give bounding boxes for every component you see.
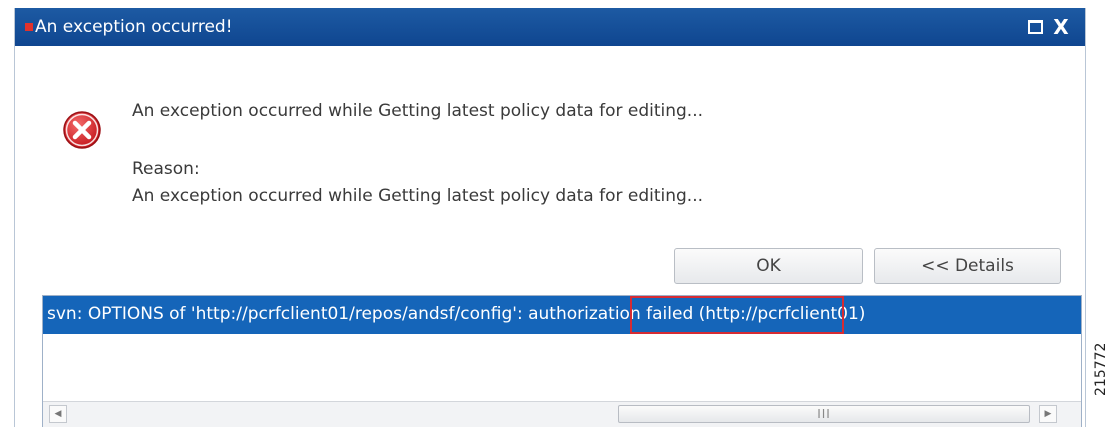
figure-id: 215772 xyxy=(1093,342,1109,396)
exception-message: An exception occurred while Getting late… xyxy=(132,101,704,121)
details-toggle-button[interactable]: << Details xyxy=(874,248,1061,284)
red-square-icon xyxy=(25,23,33,31)
highlight-box xyxy=(630,296,844,334)
error-x-icon xyxy=(63,111,101,149)
maximize-icon[interactable] xyxy=(1025,17,1045,37)
scroll-left-icon[interactable]: ◀ xyxy=(49,405,67,423)
scroll-right-icon[interactable]: ▶ xyxy=(1039,405,1057,423)
details-row-selected[interactable]: svn: OPTIONS of 'http://pcrfclient01/rep… xyxy=(43,296,1081,334)
reason-label: Reason: xyxy=(132,159,200,179)
details-panel[interactable]: svn: OPTIONS of 'http://pcrfclient01/rep… xyxy=(42,295,1082,427)
scrollbar-thumb[interactable]: III xyxy=(618,405,1030,423)
ok-button[interactable]: OK xyxy=(674,248,863,284)
dialog-title: An exception occurred! xyxy=(35,17,233,37)
exception-dialog: An exception occurred! X An exception oc… xyxy=(14,8,1086,427)
reason-text: An exception occurred while Getting late… xyxy=(132,186,704,206)
horizontal-scrollbar[interactable]: ◀ III ▶ xyxy=(43,401,1081,427)
dialog-titlebar[interactable]: An exception occurred! X xyxy=(15,8,1085,46)
close-icon[interactable]: X xyxy=(1051,17,1071,37)
